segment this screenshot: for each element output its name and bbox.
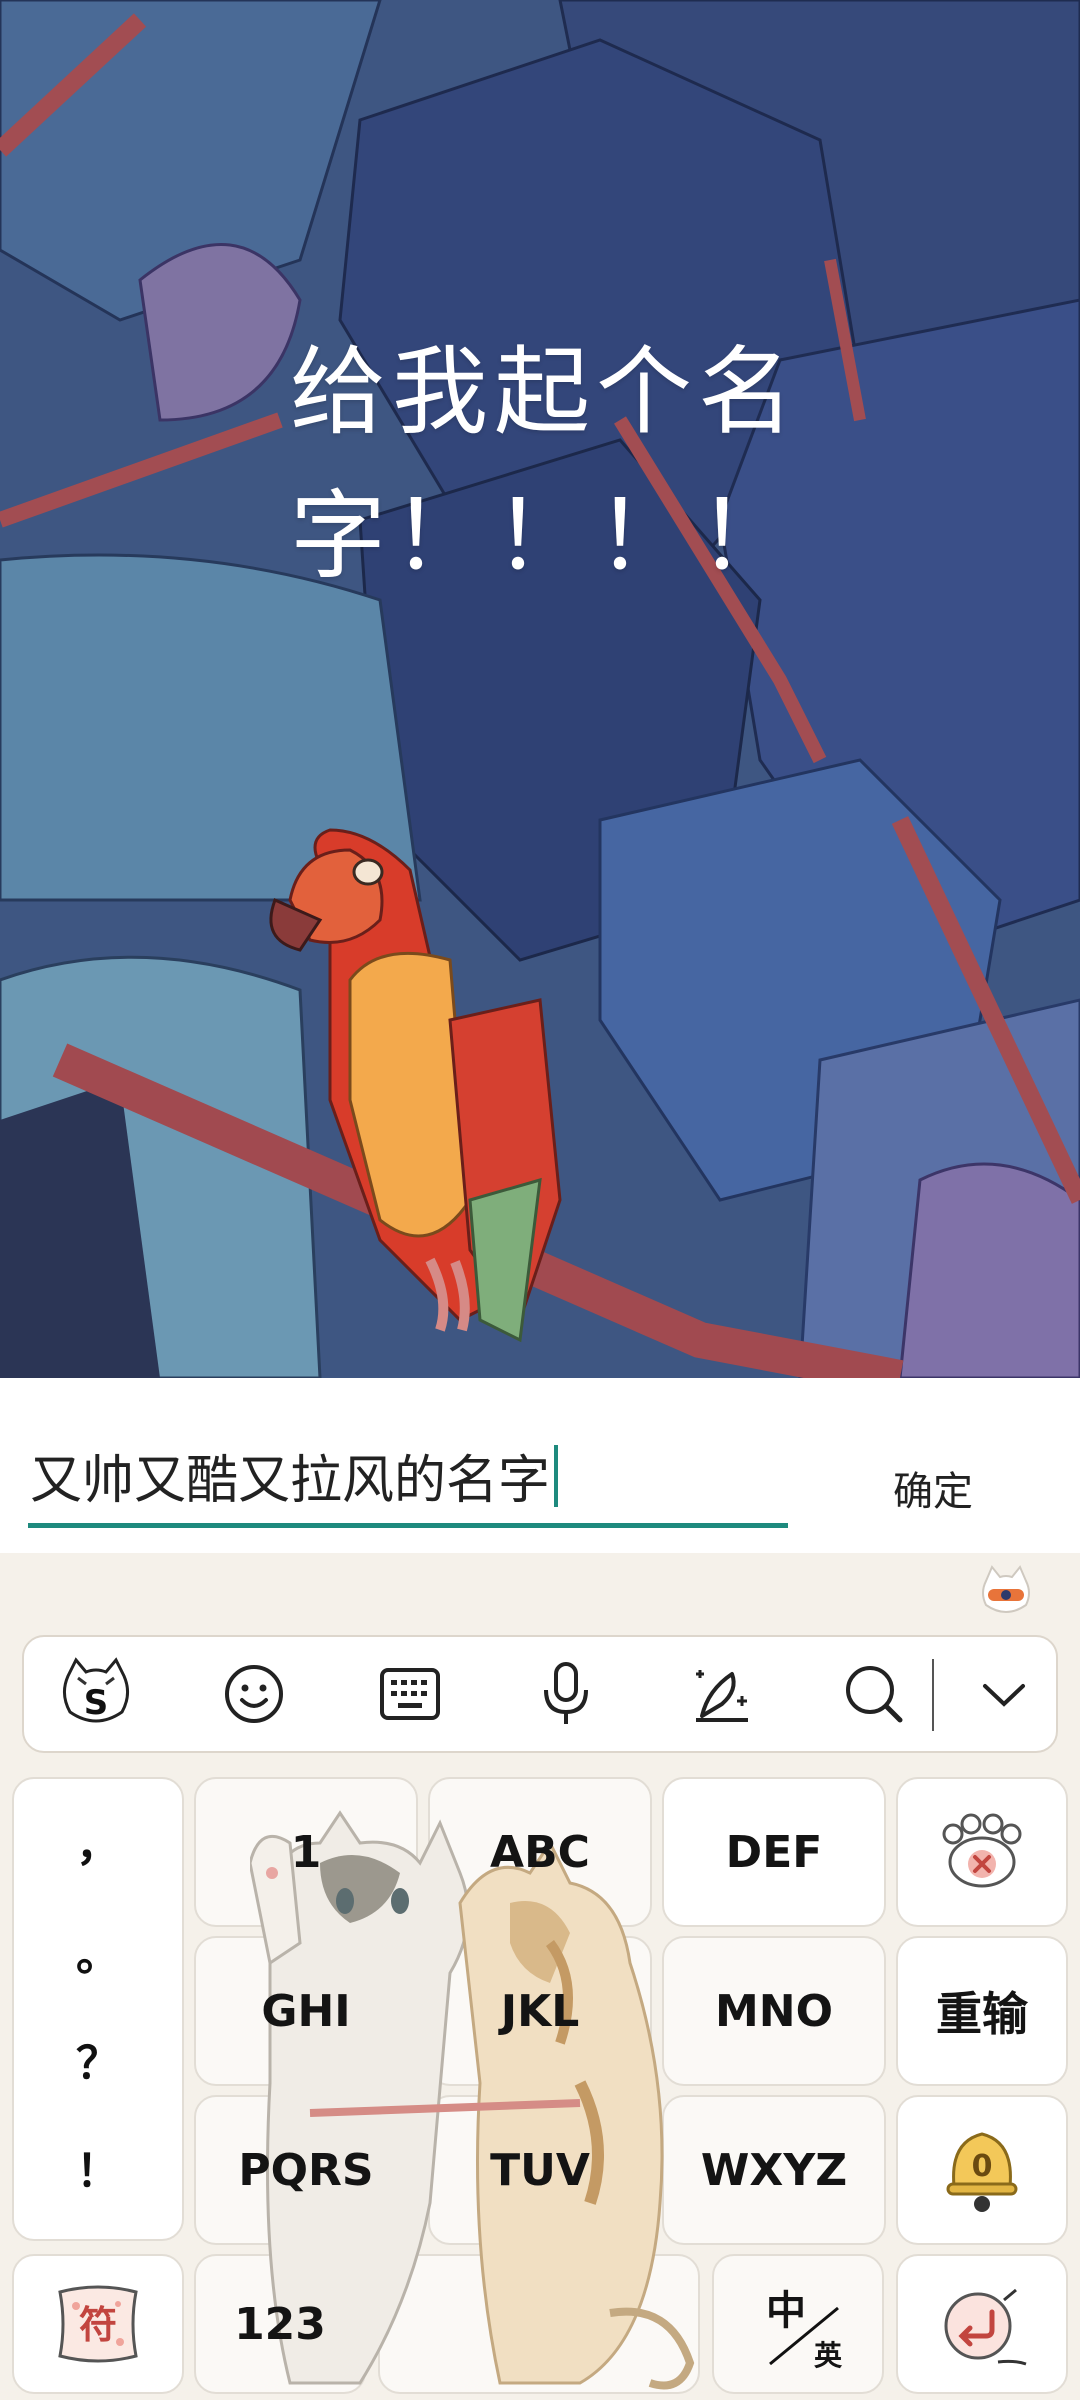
name-input[interactable]: 又帅又酷又拉风的名字 <box>28 1428 788 1528</box>
reenter-key[interactable]: 重输 <box>896 1936 1068 2086</box>
language-sub: 英 <box>814 2339 843 2372</box>
name-input-row: 又帅又酷又拉风的名字 确定 <box>0 1378 1080 1553</box>
jungle-background-art <box>0 0 1080 1378</box>
name-input-value: 又帅又酷又拉风的名字 <box>30 1451 551 1511</box>
symbols-pillow-icon: 符 <box>58 2285 138 2363</box>
keyboard: S ， 。 ？ ！ 1 ABC DEF GHI JKL MNO 重输 PQRS … <box>0 1553 1080 2400</box>
toolbar-divider <box>932 1659 934 1731</box>
punct-question-key[interactable]: ？ <box>14 2027 182 2091</box>
enter-key[interactable] <box>896 2254 1068 2394</box>
prompt-title-line1: 给我起个名 <box>290 336 800 448</box>
punct-exclaim-key[interactable]: ！ <box>14 2135 182 2199</box>
microphone-icon[interactable] <box>516 1637 616 1751</box>
sogou-logo-icon[interactable]: S <box>46 1637 146 1751</box>
language-main: 中 <box>766 2288 806 2334</box>
keyboard-icon[interactable] <box>360 1637 460 1751</box>
enter-ball-icon <box>944 2288 1027 2366</box>
handwriting-icon[interactable] <box>672 1637 772 1751</box>
search-icon[interactable] <box>824 1637 924 1751</box>
svg-text:符: 符 <box>79 2303 117 2347</box>
svg-text:S: S <box>84 1683 109 1723</box>
bell-icon: 0 <box>946 2132 1018 2212</box>
punct-period-key[interactable]: 。 <box>14 1919 182 1983</box>
prompt-title-line2: 字！！！！ <box>290 480 800 592</box>
collapse-chevron-icon[interactable] <box>954 1637 1054 1751</box>
punct-comma-key[interactable]: ， <box>14 1809 182 1873</box>
screen: 给我起个名 字！！！！ 又帅又酷又拉风的名字 确定 S ， 。 ？ ！ 1 AB… <box>0 0 1080 2400</box>
keyboard-mascot-icon[interactable] <box>978 1563 1034 1619</box>
backspace-key[interactable] <box>896 1777 1068 1927</box>
parrot-illustration: 给我起个名 字！！！！ <box>0 0 1080 1378</box>
symbols-key[interactable]: 符 <box>12 2254 184 2394</box>
text-cursor <box>554 1444 559 1507</box>
punctuation-column[interactable]: ， 。 ？ ！ <box>12 1777 184 2241</box>
emoji-icon[interactable] <box>204 1637 304 1751</box>
svg-text:0: 0 <box>972 2149 993 2184</box>
zero-key[interactable]: 0 <box>896 2095 1068 2245</box>
prompt-title: 给我起个名 字！！！！ <box>290 320 850 608</box>
confirm-button[interactable]: 确定 <box>858 1448 1008 1528</box>
paw-delete-icon <box>942 1813 1022 1888</box>
keyboard-toolbar: S <box>22 1635 1058 1753</box>
